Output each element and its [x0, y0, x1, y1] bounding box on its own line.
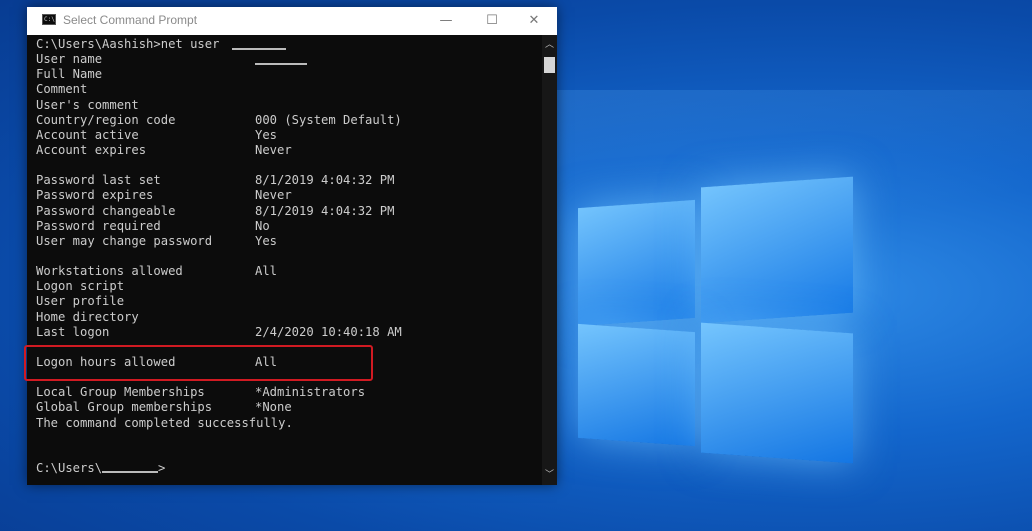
field-label: User name: [36, 52, 103, 67]
logon-hours-highlight-box: [24, 345, 373, 381]
vertical-scrollbar[interactable]: ︿ ﹀: [542, 35, 557, 485]
field-label: Password last set: [36, 173, 161, 188]
field-label: Account active: [36, 127, 139, 142]
command-line: C:\Users\Aashish>net user: [36, 37, 542, 52]
logo-pane-top-left: [578, 199, 695, 327]
console-line: Home directory: [36, 310, 542, 325]
console-line: Full Name: [36, 67, 542, 82]
redacted-username: [102, 465, 158, 480]
field-label: Home directory: [36, 309, 139, 324]
field-value: *Administrators: [255, 385, 366, 400]
field-label: The command completed successfully.: [36, 415, 293, 430]
console-line: The command completed successfully.: [36, 416, 542, 431]
field-value: ‎8/‎1/‎2019 4:04:32 PM: [255, 173, 395, 188]
console-output[interactable]: C:\Users\Aashish>net user User name Full …: [36, 37, 542, 485]
console-line: Local Group Memberships *Administrators: [36, 385, 542, 400]
field-value: ‎8/‎1/‎2019 4:04:32 PM: [255, 203, 395, 218]
field-value: Never: [255, 142, 292, 157]
field-label: Account expires: [36, 142, 147, 157]
prompt-command: C:\Users\Aashish>net user: [36, 37, 220, 51]
console-line: Password required No: [36, 219, 542, 234]
field-label: Workstations allowed: [36, 264, 183, 279]
final-prompt-line: C:\Users\ >: [36, 461, 542, 476]
console-line: User may change password Yes: [36, 234, 542, 249]
console-line: Global Group memberships *None: [36, 400, 542, 415]
console-line: User name: [36, 52, 542, 67]
console-line: Account active Yes: [36, 128, 542, 143]
console-lines: User name Full Name Comment User's comment C…: [36, 52, 542, 461]
field-value: No: [255, 218, 270, 233]
field-label: User may change password: [36, 233, 213, 248]
field-label: Global Group memberships: [36, 400, 213, 415]
logo-pane-top-right: [701, 176, 853, 324]
console-line: Workstations allowed All: [36, 264, 542, 279]
field-label: Full Name: [36, 67, 103, 82]
window-title: Select Command Prompt: [63, 13, 198, 27]
field-label: Password changeable: [36, 203, 176, 218]
field-value: All: [255, 264, 278, 279]
field-value: Yes: [255, 233, 278, 248]
field-label: Comment: [36, 82, 88, 97]
console-line: Comment: [36, 82, 542, 97]
final-prompt: C:\Users\: [36, 460, 103, 475]
logo-pane-bottom-left: [578, 323, 695, 447]
console-line: Country/region code 000 (System Default): [36, 113, 542, 128]
cmd-icon[interactable]: C:\: [42, 14, 56, 25]
logo-pane-bottom-right: [701, 322, 853, 464]
field-label: Country/region code: [36, 112, 176, 127]
field-label: Logon script: [36, 279, 125, 294]
prompt-caret: >: [158, 460, 166, 475]
console-line: Password expires Never: [36, 188, 542, 203]
console-line: Password last set ‎8/‎1/‎2019 4:04:32 PM: [36, 173, 542, 188]
field-label: User profile: [36, 294, 125, 309]
field-label: Local Group Memberships: [36, 385, 205, 400]
chevron-up-icon[interactable]: ︿: [542, 37, 557, 53]
console-line: User's comment: [36, 98, 542, 113]
maximize-button[interactable]: ☐: [469, 7, 515, 35]
windows-logo: [578, 176, 853, 464]
chevron-down-icon[interactable]: ﹀: [542, 467, 557, 483]
console-line: Account expires Never: [36, 143, 542, 158]
field-value: Yes: [255, 127, 278, 142]
field-label: Password expires: [36, 188, 154, 203]
field-value: ‎2/‎4/‎2020 10:40:18 AM: [255, 324, 402, 339]
minimize-button[interactable]: —: [423, 7, 469, 35]
field-value: 000 (System Default): [255, 112, 402, 127]
field-label: Password required: [36, 218, 161, 233]
console-line: Password changeable ‎8/‎1/‎2019 4:04:32 P…: [36, 204, 542, 219]
command-prompt-window[interactable]: C:\ Select Command Prompt — ☐ ✕ C:\Users…: [27, 7, 557, 485]
field-label: User's comment: [36, 97, 139, 112]
scrollbar-thumb[interactable]: [544, 57, 555, 73]
field-label: Last logon: [36, 324, 110, 339]
title-bar[interactable]: C:\ Select Command Prompt — ☐ ✕: [27, 7, 557, 35]
console-line: User profile: [36, 294, 542, 309]
console-line: Logon script: [36, 279, 542, 294]
close-button[interactable]: ✕: [511, 7, 557, 35]
field-value: Never: [255, 188, 292, 203]
console-line: Last logon ‎2/‎4/‎2020 10:40:18 AM: [36, 325, 542, 340]
field-value: *None: [255, 400, 292, 415]
